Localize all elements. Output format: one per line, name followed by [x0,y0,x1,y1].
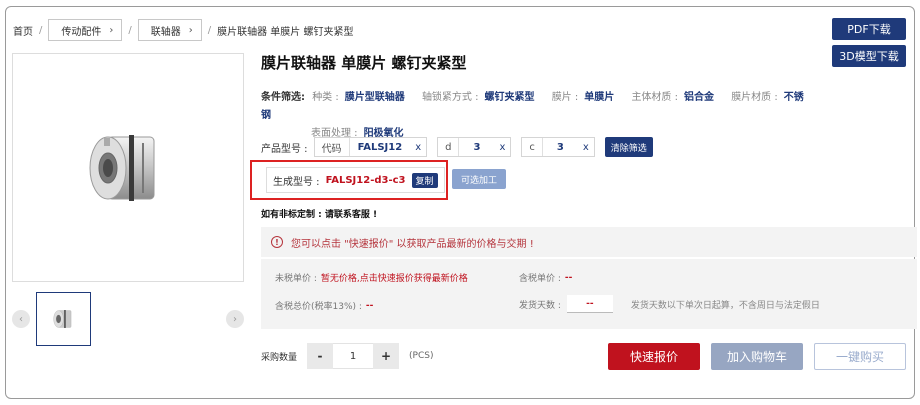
param-d: d 3 x [437,137,512,157]
breadcrumb-separator: / [207,24,212,36]
quantity-label: 采购数量 [261,352,298,363]
delivery-days-value: -- [566,295,613,313]
taxed-price-label: 含税单价 : [519,274,561,284]
filter-label: 条件筛选: [261,92,305,103]
param-value: FALSJ12 [357,141,403,153]
filter-key: 膜片 : [551,92,579,103]
param-c: c 3 x [521,137,595,157]
product-title: 膜片联轴器 单膜片 螺钉夹紧型 [261,54,467,72]
price-panel: 未税单价 : 暂无价格,点击快速报价获得最新价格 含税单价 : -- 含税总价(… [261,259,917,329]
generated-model-label: 生成型号 : [273,176,320,188]
breadcrumb-separator: / [128,24,132,36]
breadcrumb-dropdown-level1[interactable]: 传动配件 › [48,19,123,41]
filter-value[interactable]: 膜片型联轴器 [345,92,405,103]
chevron-right-icon: › [109,24,114,36]
thumbnail-strip: ‹ › [12,292,244,347]
quantity-input[interactable]: 1 [333,343,374,369]
filter-value[interactable]: 单膜片 [584,92,614,103]
notice-text: 您可以点击 "快速报价" 以获取产品最新的价格与交期 ! [291,238,534,250]
breadcrumb-separator: / [39,24,43,36]
copy-button[interactable]: 复制 [411,172,438,188]
filter-value[interactable]: 螺钉夹紧型 [485,92,535,103]
delivery-days-note: 发货天数以下单次日起算，不含周日与法定假日 [630,300,820,311]
breadcrumb-dropdown-level2[interactable]: 联轴器 › [137,19,202,41]
filter-key: 种类 : [312,92,339,103]
pdf-download-button[interactable]: PDF下载 [832,18,906,40]
untaxed-price-value: 暂无价格,点击快速报价获得最新价格 [320,274,468,284]
product-main-image [12,53,244,282]
model-label: 产品型号 : [261,143,308,155]
param-key: c [522,138,543,156]
quantity-unit: (PCS) [409,351,434,361]
custom-order-note: 如有非标定制 : 请联系客服 ! [261,210,378,220]
remove-param-button[interactable]: x [578,138,594,156]
param-key: 代码 [315,138,350,156]
generated-model-highlight: 生成型号 : FALSJ12-d3-c3 复制 [250,160,448,200]
delivery-days-label: 发货天数 : [519,300,561,311]
remove-param-button[interactable]: x [410,138,426,156]
delivery-days: 发货天数 : -- 发货天数以下单次日起算，不含周日与法定假日 [519,295,820,313]
remove-param-button[interactable]: x [494,138,510,156]
coupling-thumbnail-image [53,310,71,328]
untaxed-price-label: 未税单价 : [275,274,317,284]
add-to-cart-button[interactable]: 加入购物车 [711,343,803,370]
param-value: 3 [473,141,481,153]
untaxed-price: 未税单价 : 暂无价格,点击快速报价获得最新价格 [275,271,468,284]
filter-key: 膜片材质 : [731,92,778,103]
filter-key: 轴锁紧方式 : [421,92,479,103]
next-arrow-icon[interactable]: › [226,310,244,328]
clear-filter-button[interactable]: 清除筛选 [604,137,653,157]
breadcrumb-level2-label: 联轴器 [150,26,181,38]
quote-notice: ! 您可以点击 "快速报价" 以获取产品最新的价格与交期 ! [261,227,917,257]
generated-model-code: FALSJ12-d3-c3 [325,174,406,186]
prev-arrow-icon[interactable]: ‹ [12,310,30,328]
total-price-value: -- [365,300,374,311]
model-selector-row: 产品型号 : 代码 FALSJ12 x d 3 x c 3 x 清除筛选 [261,137,653,157]
total-price-label: 含税总价(税率13%) : [275,302,362,312]
breadcrumb-home[interactable]: 首页 [13,23,33,38]
breadcrumb-level1-label: 传动配件 [61,26,102,38]
filter-conditions: 条件筛选: 种类 : 膜片型联轴器 轴锁紧方式 : 螺钉夹紧型 膜片 : 单膜片 主体… [261,89,821,143]
total-price: 含税总价(税率13%) : -- [275,299,374,313]
coupling-image [89,134,155,201]
buy-now-button[interactable]: 一键购买 [814,343,906,370]
param-code: 代码 FALSJ12 x [313,137,428,157]
filter-value[interactable]: 铝合金 [684,92,714,103]
increment-button[interactable]: + [373,343,400,369]
generated-model: 生成型号 : FALSJ12-d3-c3 复制 [266,167,445,193]
thumbnail-item[interactable] [36,292,91,346]
quantity-stepper: - 1 + [307,343,400,369]
breadcrumb: 首页 / 传动配件 › / 联轴器 › / 膜片联轴器 单膜片 螺钉夹紧型 [13,18,353,42]
param-key: d [438,138,460,156]
quick-quote-button[interactable]: 快速报价 [608,343,700,370]
optional-processing-button[interactable]: 可选加工 [452,169,506,189]
3d-model-download-button[interactable]: 3D模型下载 [832,45,906,67]
decrement-button[interactable]: - [307,343,334,369]
taxed-price-value: -- [564,272,573,283]
taxed-price: 含税单价 : -- [519,271,573,285]
alert-icon: ! [271,236,283,248]
chevron-right-icon: › [188,24,193,36]
param-value: 3 [556,141,564,153]
breadcrumb-current: 膜片联轴器 单膜片 螺钉夹紧型 [217,26,354,38]
quantity-row: 采购数量 - 1 + (PCS) [261,343,433,369]
filter-key: 主体材质 : [631,92,678,103]
